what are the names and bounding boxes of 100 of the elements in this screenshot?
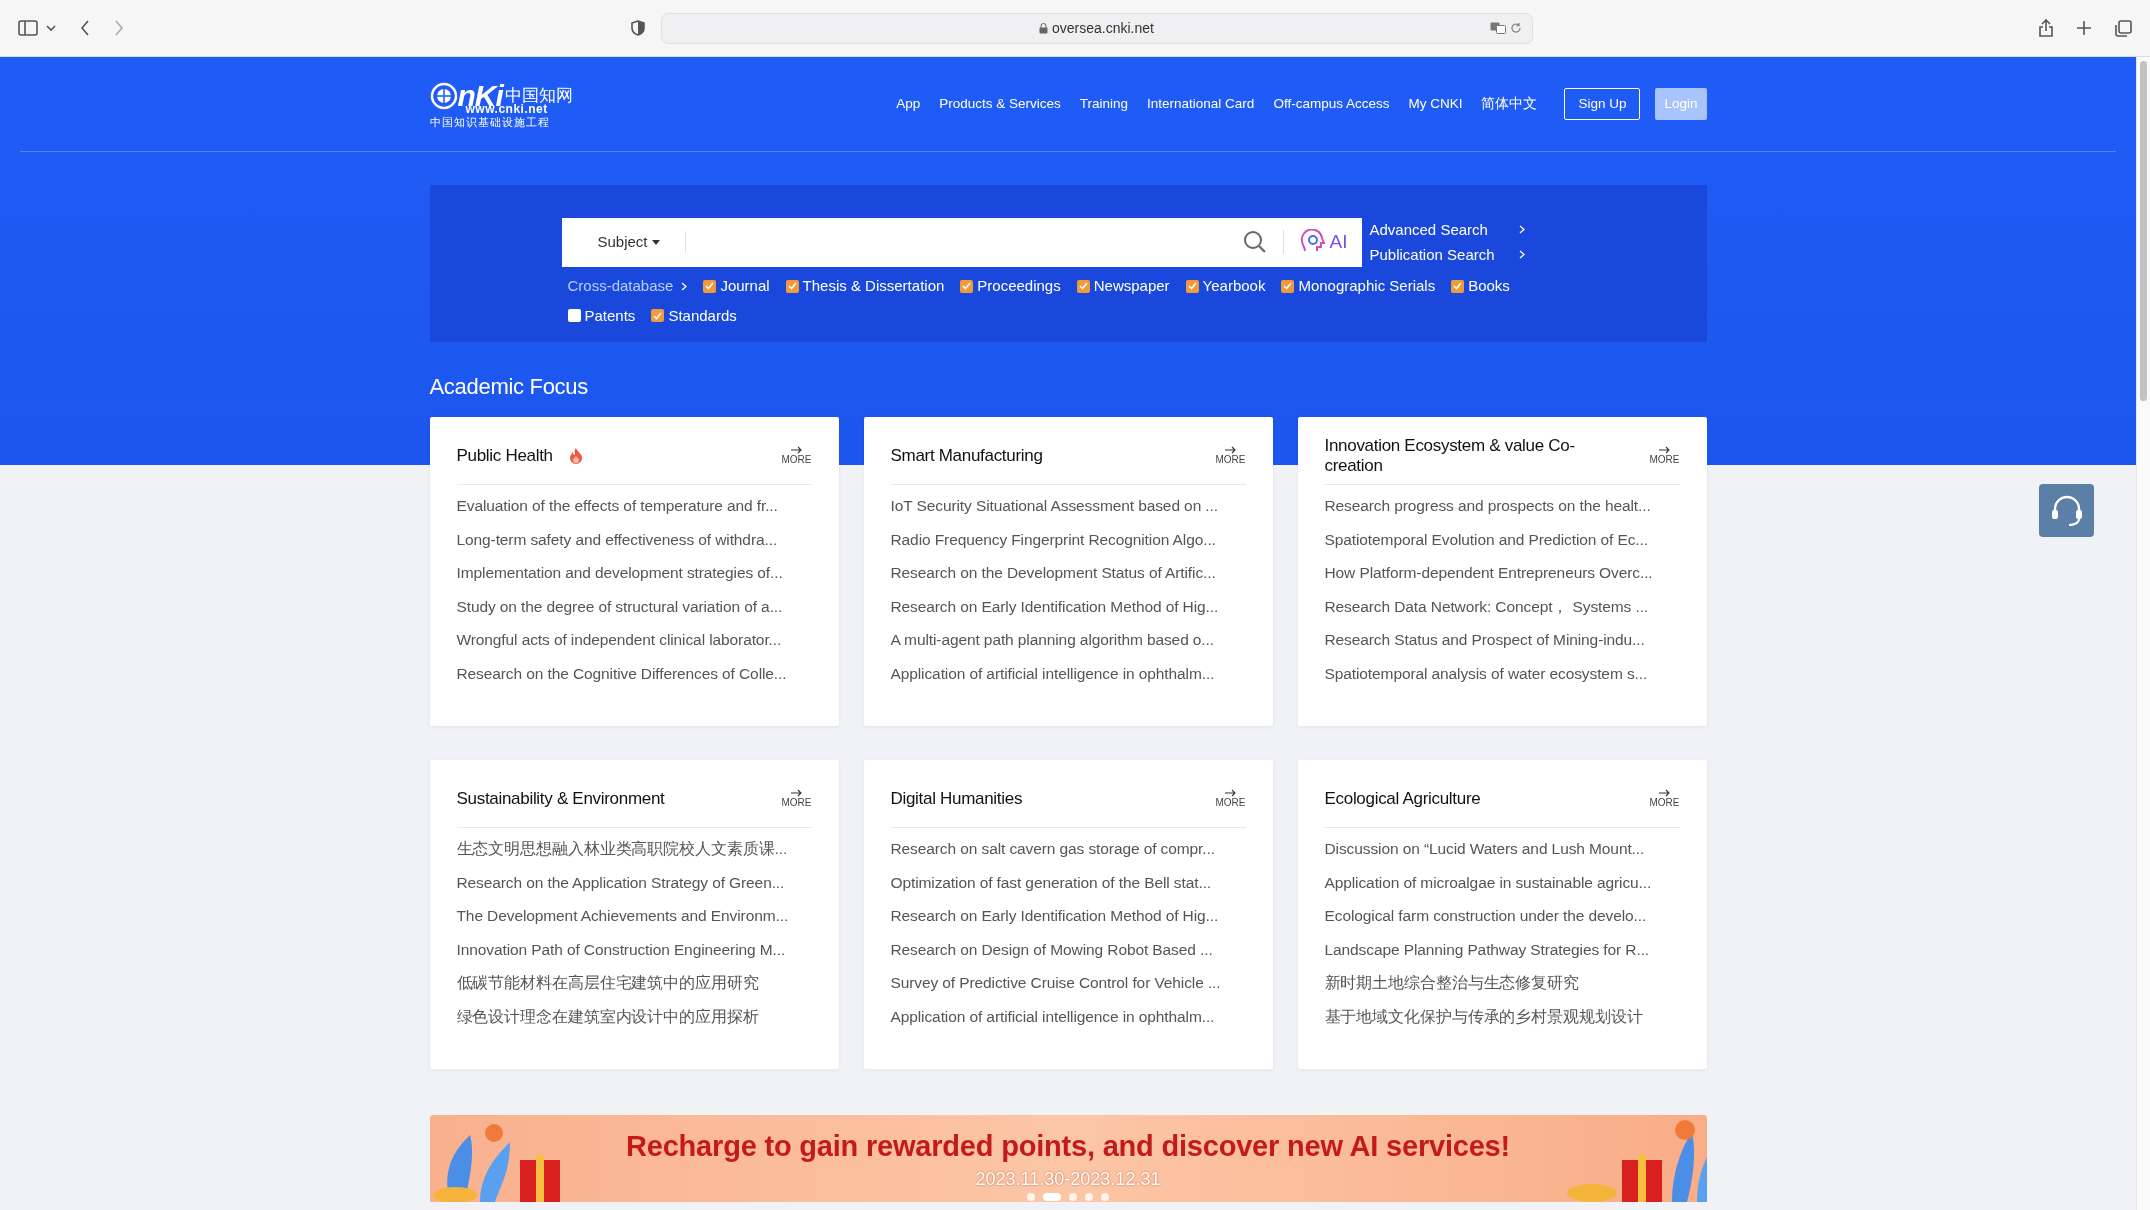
arrow-right-icon bbox=[791, 789, 802, 797]
checkmark-icon bbox=[1187, 282, 1197, 291]
article-link[interactable]: Optimization of fast generation of the Bell stat... bbox=[890, 865, 1246, 900]
article-link[interactable]: 新时期土地综合整治与生态修复研究 bbox=[1324, 966, 1680, 1000]
article-link[interactable]: Survey of Predictive Cruise Control for Vehicle ... bbox=[890, 966, 1246, 1000]
search-link[interactable]: Publication Search bbox=[1369, 242, 1525, 267]
article-link[interactable]: Research on the Development Status of Artific... bbox=[890, 556, 1246, 590]
article-link[interactable]: Spatiotemporal analysis of water ecosystem s... bbox=[1324, 656, 1680, 691]
checkbox-label[interactable]: Monographic Serials bbox=[1298, 275, 1436, 298]
checkbox-label[interactable]: Yearbook bbox=[1202, 275, 1266, 298]
article-link[interactable]: Research on the Cognitive Differences of Colle... bbox=[456, 656, 812, 691]
article-link[interactable]: Landscape Planning Pathway Strategies for R... bbox=[1324, 932, 1680, 967]
globe-icon bbox=[429, 81, 458, 110]
translate-icon[interactable] bbox=[1489, 22, 1506, 34]
scrollbar[interactable] bbox=[2136, 57, 2150, 1210]
article-link[interactable]: Research on Early Identification Method of Hig... bbox=[890, 589, 1246, 624]
card-title: Innovation Ecosystem & value Co-creation bbox=[1324, 435, 1576, 476]
article-link[interactable]: 低碳节能材料在高层住宅建筑中的应用研究 bbox=[456, 966, 812, 1000]
article-link[interactable]: How Platform-dependent Entrepreneurs Overc... bbox=[1324, 556, 1680, 590]
arrow-right-icon bbox=[1225, 789, 1236, 797]
checkbox[interactable] bbox=[785, 279, 799, 293]
checkbox-label[interactable]: Patents bbox=[584, 304, 636, 327]
checkbox-label[interactable]: Thesis & Dissertation bbox=[802, 275, 945, 298]
search-box[interactable]: Subject AI bbox=[561, 217, 1362, 267]
nav-link[interactable]: Training bbox=[1079, 93, 1129, 115]
article-link[interactable]: Research Status and Prospect of Mining-indu... bbox=[1324, 623, 1680, 657]
nav-link[interactable]: Products & Services bbox=[939, 93, 1061, 115]
carousel-dot[interactable] bbox=[1085, 1192, 1093, 1201]
article-link[interactable]: Ecological farm construction under the develo... bbox=[1324, 899, 1680, 933]
article-link[interactable]: Wrongful acts of independent clinical laborator... bbox=[456, 623, 812, 657]
article-link[interactable]: Radio Frequency Fingerprint Recognition Algo... bbox=[890, 522, 1246, 557]
checkmark-icon bbox=[787, 282, 797, 291]
article-link[interactable]: The Development Achievements and Environm... bbox=[456, 899, 812, 933]
article-link[interactable]: Long-term safety and effectiveness of withdra... bbox=[456, 522, 812, 557]
article-link[interactable]: Application of artificial intelligence in ophthalm... bbox=[890, 656, 1246, 691]
nav-link[interactable]: App bbox=[896, 93, 921, 115]
reload-icon[interactable] bbox=[1509, 22, 1522, 34]
nav-link[interactable]: International Card bbox=[1147, 93, 1255, 115]
article-link[interactable]: Research on Early Identification Method of Hig... bbox=[890, 899, 1246, 933]
address-bar[interactable]: oversea.cnki.net bbox=[660, 12, 1533, 44]
article-link[interactable]: 绿色设计理念在建筑室内设计中的应用探析 bbox=[456, 999, 812, 1034]
chevron-down-icon[interactable] bbox=[46, 24, 56, 32]
article-link[interactable]: A multi-agent path planning algorithm based o... bbox=[890, 623, 1246, 657]
checkbox-label[interactable]: Journal bbox=[720, 275, 770, 298]
article-link[interactable]: Research on the Application Strategy of Green... bbox=[456, 865, 812, 900]
article-link[interactable]: Research on Design of Mowing Robot Based ... bbox=[890, 932, 1246, 967]
article-link[interactable]: Application of microalgae in sustainable agricu... bbox=[1324, 865, 1680, 900]
article-link[interactable]: Study on the degree of structural variation of a... bbox=[456, 589, 812, 624]
arrow-right-icon bbox=[1659, 446, 1670, 454]
tabs-icon[interactable] bbox=[2115, 19, 2132, 37]
nav-link[interactable]: Off-campus Access bbox=[1273, 93, 1390, 115]
nav-link[interactable]: My CNKI bbox=[1408, 93, 1463, 115]
more-link[interactable]: MORE bbox=[1649, 446, 1680, 465]
article-link[interactable]: Spatiotemporal Evolution and Prediction of Ec... bbox=[1324, 522, 1680, 557]
article-link[interactable]: Research on salt cavern gas storage of compr... bbox=[890, 832, 1246, 866]
checkbox[interactable] bbox=[1076, 279, 1090, 293]
sidebar-icon[interactable] bbox=[18, 20, 38, 36]
checkbox-label[interactable]: Newspaper bbox=[1093, 275, 1170, 298]
plus-icon[interactable] bbox=[2077, 21, 2091, 35]
more-link[interactable]: MORE bbox=[1215, 789, 1246, 808]
checkbox[interactable] bbox=[1281, 279, 1295, 293]
more-link[interactable]: MORE bbox=[781, 789, 812, 808]
article-link[interactable]: 基于地域文化保护与传承的乡村景观规划设计 bbox=[1324, 999, 1680, 1034]
logo[interactable]: nKi中国知网 www.cnki.net 中国知识基础设施工程 bbox=[429, 80, 573, 128]
more-link[interactable]: MORE bbox=[1215, 446, 1246, 465]
checkbox[interactable] bbox=[703, 279, 717, 293]
checkbox[interactable] bbox=[960, 279, 974, 293]
cross-database-link[interactable]: Cross-database bbox=[567, 275, 688, 298]
article-link[interactable]: IoT Security Situational Assessment based on ... bbox=[890, 489, 1246, 523]
checkbox[interactable] bbox=[1185, 279, 1199, 293]
ai-search-button[interactable]: AI bbox=[1293, 226, 1354, 258]
search-link[interactable]: Advanced Search bbox=[1369, 217, 1525, 242]
article-link[interactable]: Application of artificial intelligence in ophthalm... bbox=[890, 999, 1246, 1034]
checkbox-label[interactable]: Proceedings bbox=[977, 275, 1061, 298]
article-link[interactable]: Evaluation of the effects of temperature and fr... bbox=[456, 489, 812, 523]
shield-icon[interactable] bbox=[630, 20, 645, 36]
article-link[interactable]: Research progress and prospects on the healt... bbox=[1324, 489, 1680, 523]
checkbox-label[interactable]: Books bbox=[1468, 275, 1510, 298]
checkbox[interactable] bbox=[651, 309, 665, 323]
article-link[interactable]: Implementation and development strategies of... bbox=[456, 556, 812, 590]
article-link[interactable]: 生态文明思想融入林业类高职院校人文素质课... bbox=[456, 832, 812, 866]
checkmark-icon bbox=[1283, 282, 1293, 291]
article-link[interactable]: Discussion on “Lucid Waters and Lush Mount... bbox=[1324, 832, 1680, 866]
more-link[interactable]: MORE bbox=[1649, 789, 1680, 808]
more-link[interactable]: MORE bbox=[781, 446, 812, 465]
share-icon[interactable] bbox=[2039, 19, 2053, 37]
checkbox[interactable] bbox=[1451, 279, 1465, 293]
checkbox[interactable] bbox=[567, 309, 581, 323]
carousel-dot[interactable] bbox=[1027, 1192, 1035, 1201]
article-link[interactable]: Innovation Path of Construction Engineering M... bbox=[456, 932, 812, 967]
customer-service-button[interactable] bbox=[2039, 484, 2094, 537]
carousel-dot[interactable] bbox=[1101, 1192, 1109, 1201]
carousel-dot[interactable] bbox=[1069, 1192, 1077, 1201]
checkbox-label[interactable]: Standards bbox=[668, 304, 737, 327]
back-icon[interactable] bbox=[80, 20, 90, 36]
search-icon[interactable] bbox=[1242, 230, 1267, 254]
article-link[interactable]: Research Data Network: Concept， Systems ... bbox=[1324, 589, 1680, 624]
subject-dropdown[interactable]: Subject bbox=[561, 231, 686, 253]
sign-up-button[interactable]: Sign Up bbox=[1564, 87, 1641, 121]
nav-link[interactable]: 简体中文 bbox=[1481, 93, 1538, 115]
